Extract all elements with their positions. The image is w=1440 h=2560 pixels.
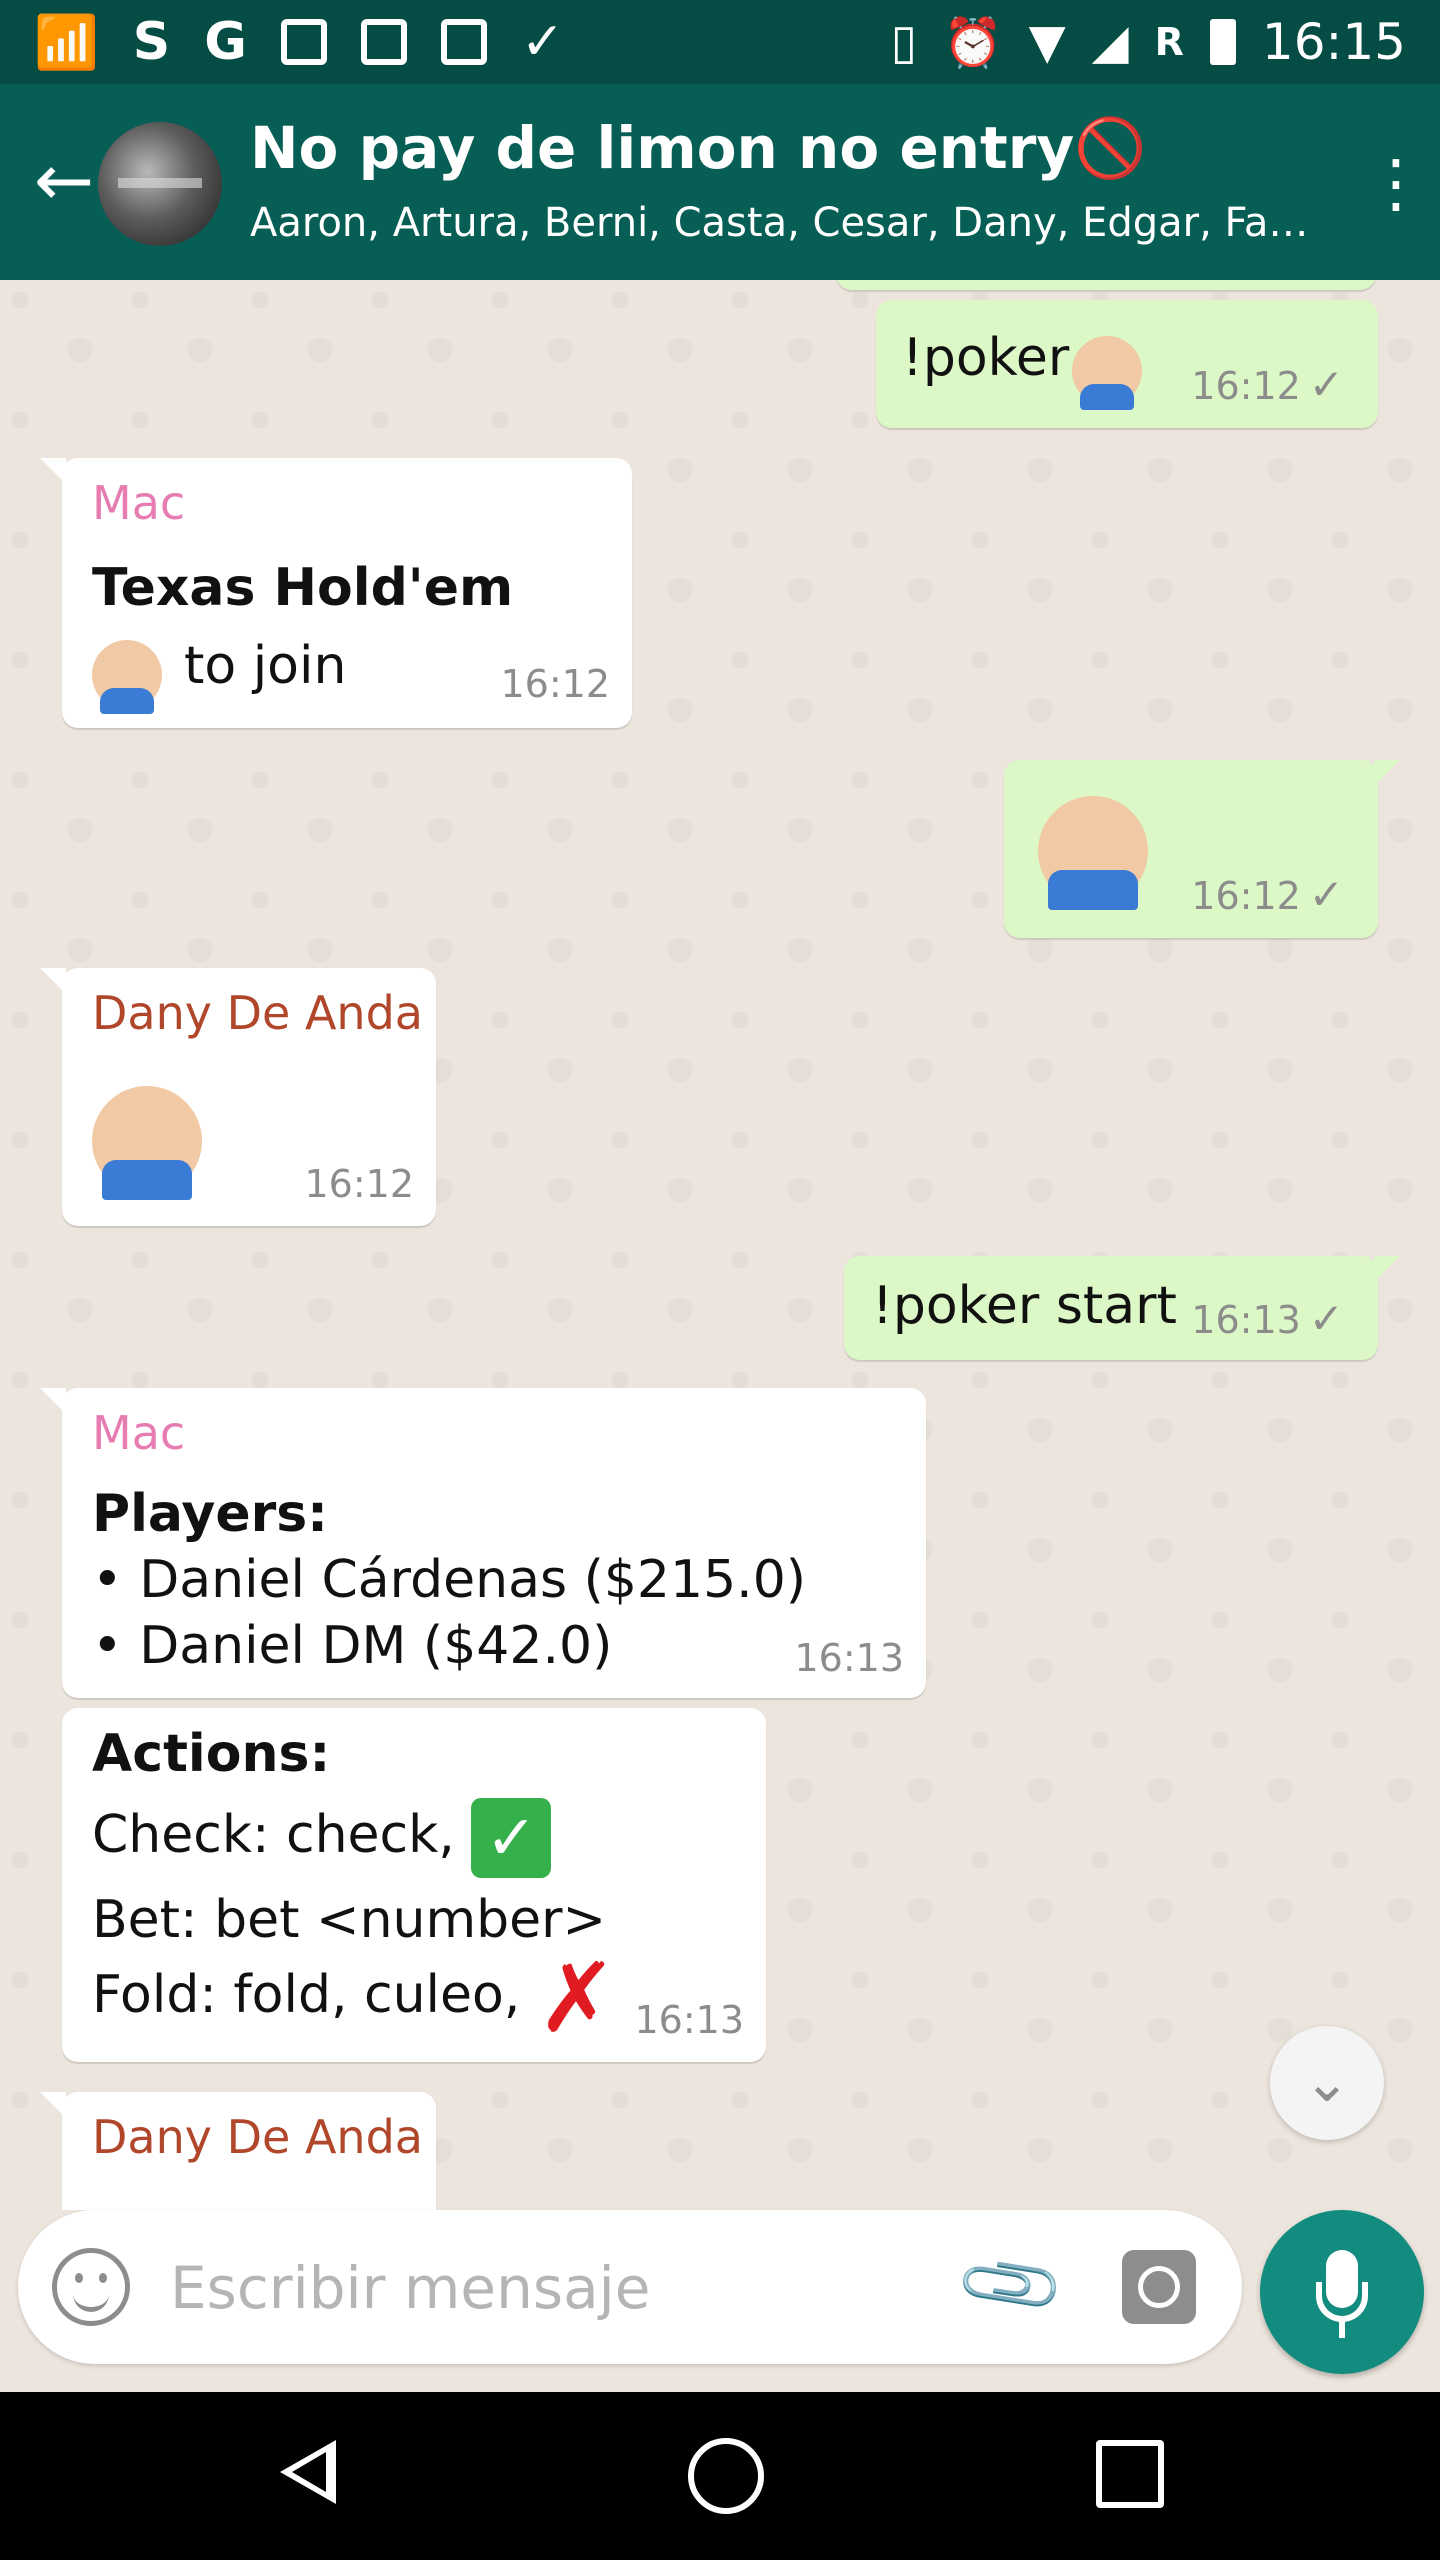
- signal-icon: ◢: [1091, 14, 1129, 70]
- message-text: to join: [184, 636, 347, 696]
- calendar-icon: [280, 19, 327, 65]
- message-time: 16:13: [634, 1998, 744, 2042]
- status-time: 16:15: [1261, 13, 1406, 71]
- check-mark-button-icon: ✓: [471, 1798, 552, 1878]
- message-time: 16:12: [500, 662, 610, 706]
- back-arrow-icon[interactable]: ←: [24, 140, 104, 220]
- message-text: !poker: [902, 328, 1070, 388]
- message-bubble-in[interactable]: Mac Texas Hold'em to join 16:12: [40, 458, 632, 728]
- message-heading: Actions:: [92, 1724, 331, 1784]
- message-text: !poker start: [872, 1276, 1177, 1336]
- message-time: 16:12 ✓: [1191, 870, 1344, 919]
- emoji-icon[interactable]: [52, 2248, 130, 2326]
- wifi-icon: ▼: [1028, 14, 1066, 70]
- message-time: 16:12 ✓: [1191, 360, 1344, 409]
- attach-icon[interactable]: 📎: [950, 2225, 1070, 2345]
- message-heading: Texas Hold'em: [92, 558, 514, 618]
- message-bubble-in[interactable]: Mac Players: • Daniel Cárdenas ($215.0) …: [40, 1388, 926, 1698]
- cast-icon: 📶: [34, 12, 99, 73]
- check-icon: ✓: [520, 12, 565, 72]
- chat-area[interactable]: !poker 16:12 ✓ Mac Texas Hold'em to join …: [0, 280, 1440, 2210]
- sender-name[interactable]: Dany De Anda: [92, 986, 423, 1040]
- s-app-icon: S: [132, 12, 171, 72]
- message-bubble-in[interactable]: Dany De Anda 16:12: [40, 968, 436, 1226]
- network-letter: R: [1154, 20, 1184, 64]
- message-composer: 📎: [18, 2210, 1242, 2364]
- chat-title[interactable]: No pay de limon no entry🚫: [250, 114, 1146, 183]
- message-bubble-in[interactable]: Dany De Anda: [40, 2092, 436, 2210]
- sender-name[interactable]: Mac: [92, 476, 185, 530]
- message-bubble-in[interactable]: Actions: Check: check, ✓ Bet: bet <numbe…: [62, 1708, 766, 2062]
- message-bubble-out[interactable]: !poker start 16:13 ✓: [844, 1256, 1400, 1360]
- alarm-icon: ⏰: [943, 14, 1003, 71]
- google-icon: G: [204, 12, 247, 72]
- group-avatar[interactable]: [98, 122, 222, 246]
- message-time: 16:13 ✓: [1191, 1294, 1344, 1343]
- message-text: Check: check, ✓: [92, 1798, 552, 1878]
- message-text: • Daniel Cárdenas ($215.0): [92, 1550, 807, 1610]
- message-text: Fold: fold, culeo, ✗: [92, 1942, 618, 2054]
- scroll-to-bottom-button[interactable]: ⌄: [1270, 2026, 1384, 2140]
- sent-tick-icon: ✓: [1308, 870, 1344, 919]
- raising-hand-emoji: [1038, 796, 1148, 910]
- sender-name[interactable]: Mac: [92, 1406, 185, 1460]
- message-text: • Daniel DM ($42.0): [92, 1616, 613, 1676]
- status-bar: 📶 S G ✓ ▯ ⏰ ▼ ◢ R 16:15: [0, 0, 1440, 84]
- chat-header: ← No pay de limon no entry🚫 Aaron, Artur…: [0, 84, 1440, 280]
- status-left-icons: 📶 S G ✓: [0, 12, 564, 73]
- message-bubble-out[interactable]: !poker 16:12 ✓: [876, 300, 1378, 428]
- raising-hand-emoji: [92, 640, 162, 714]
- image-icon: [440, 19, 487, 65]
- nav-recents-icon[interactable]: [1096, 2440, 1164, 2508]
- system-nav-bar: [0, 2392, 1440, 2560]
- message-bubble-partial: [836, 280, 1376, 290]
- raising-hand-emoji: [92, 1086, 202, 1200]
- camera-icon[interactable]: [1122, 2250, 1196, 2324]
- message-bubble-out[interactable]: 16:12 ✓: [1004, 760, 1400, 938]
- message-input[interactable]: [168, 2240, 952, 2336]
- vibrate-icon: ▯: [890, 14, 918, 70]
- battery-icon: [1209, 19, 1236, 65]
- chat-participants[interactable]: Aaron, Artura, Berni, Casta, Cesar, Dany…: [250, 200, 1310, 246]
- sent-tick-icon: ✓: [1308, 360, 1344, 409]
- message-heading: Players:: [92, 1484, 328, 1544]
- nav-back-icon[interactable]: [280, 2440, 336, 2504]
- message-time: 16:13: [794, 1636, 904, 1680]
- raising-hand-emoji: [1072, 336, 1142, 410]
- sender-name[interactable]: Dany De Anda: [92, 2110, 423, 2164]
- status-right-icons: ▯ ⏰ ▼ ◢ R 16:15: [891, 0, 1406, 84]
- contact-icon: [360, 19, 407, 65]
- message-time: 16:12: [304, 1162, 414, 1206]
- message-text: Bet: bet <number>: [92, 1890, 607, 1950]
- cross-mark-icon: ✗: [536, 1942, 618, 2054]
- double-chevron-down-icon: ⌄: [1303, 2050, 1351, 2115]
- sent-tick-icon: ✓: [1308, 1294, 1344, 1343]
- more-options-icon[interactable]: ⋮: [1364, 144, 1428, 224]
- voice-message-button[interactable]: [1260, 2210, 1424, 2374]
- nav-home-icon[interactable]: [688, 2438, 764, 2514]
